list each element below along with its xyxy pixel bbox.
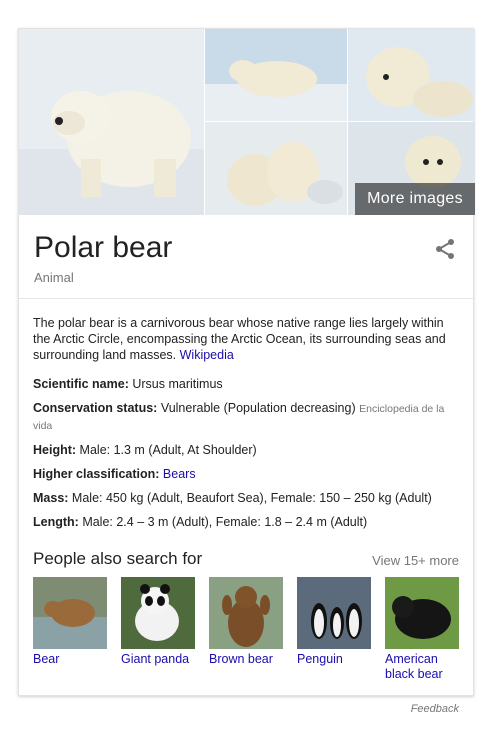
fact-label: Higher classification:: [33, 467, 160, 481]
description-text: The polar bear is a carnivorous bear who…: [33, 316, 446, 362]
bear-thumbnail: [33, 577, 107, 649]
pasf-label: American black bear: [385, 652, 443, 681]
feedback-link[interactable]: Feedback: [411, 703, 459, 715]
people-also-search-heading: People also search for: [33, 549, 203, 568]
american-black-bear-thumbnail: [385, 577, 459, 649]
fact-label: Height:: [33, 443, 77, 457]
main-bear-image[interactable]: [19, 29, 204, 215]
fact-value: Ursus maritimus: [132, 377, 223, 391]
gallery-image-5[interactable]: More images: [348, 122, 475, 215]
share-icon[interactable]: [433, 237, 457, 261]
pasf-item-giant-panda[interactable]: Giant panda: [121, 577, 195, 667]
image-gallery: More images: [19, 29, 475, 215]
gallery-image-4[interactable]: [205, 122, 347, 215]
bears-link[interactable]: Bears: [163, 467, 196, 481]
pasf-item-brown-bear[interactable]: Brown bear: [209, 577, 283, 667]
fact-label: Length:: [33, 515, 79, 529]
gallery-image-3[interactable]: [348, 29, 475, 121]
view-more-link[interactable]: View 15+ more: [372, 553, 459, 568]
fact-higher-classification: Higher classification: Bears: [33, 466, 463, 482]
fact-value: Vulnerable (Population decreasing): [160, 401, 356, 415]
fact-mass: Mass: Male: 450 kg (Adult, Beaufort Sea)…: [33, 490, 463, 506]
brown-bear-thumbnail: [209, 577, 283, 649]
fact-height: Height: Male: 1.3 m (Adult, At Shoulder): [33, 442, 463, 458]
penguin-thumbnail: [297, 577, 371, 649]
pasf-label: Bear: [33, 652, 60, 666]
pasf-item-penguin[interactable]: Penguin: [297, 577, 371, 667]
pasf-item-bear[interactable]: Bear: [33, 577, 107, 667]
facts-list: Scientific name: Ursus maritimus Conserv…: [33, 376, 463, 538]
title-area: Polar bear Animal: [19, 215, 475, 299]
entity-type: Animal: [34, 270, 74, 285]
pasf-item-american-black-bear[interactable]: American black bear: [385, 577, 459, 682]
fact-label: Scientific name:: [33, 377, 129, 391]
fact-value: Male: 1.3 m (Adult, At Shoulder): [79, 443, 257, 457]
more-images-button[interactable]: More images: [355, 183, 475, 215]
giant-panda-thumbnail: [121, 577, 195, 649]
fact-label: Conservation status:: [33, 401, 158, 415]
pasf-label: Penguin: [297, 652, 343, 666]
people-also-search-row: Bear Giant panda Brown bear Penguin Amer…: [33, 577, 463, 687]
fact-scientific-name: Scientific name: Ursus maritimus: [33, 376, 463, 392]
gallery-image-2[interactable]: [205, 29, 347, 121]
pasf-label: Giant panda: [121, 652, 190, 666]
page-title: Polar bear: [34, 231, 173, 264]
fact-value: Male: 450 kg (Adult, Beaufort Sea), Fema…: [71, 491, 432, 505]
fact-length: Length: Male: 2.4 – 3 m (Adult), Female:…: [33, 514, 463, 530]
description: The polar bear is a carnivorous bear who…: [33, 315, 461, 363]
pasf-label: Brown bear: [209, 652, 273, 666]
fact-label: Mass:: [33, 491, 69, 505]
fact-value: Male: 2.4 – 3 m (Adult), Female: 1.8 – 2…: [82, 515, 368, 529]
wikipedia-link[interactable]: Wikipedia: [180, 348, 234, 362]
fact-conservation-status: Conservation status: Vulnerable (Populat…: [33, 400, 463, 434]
